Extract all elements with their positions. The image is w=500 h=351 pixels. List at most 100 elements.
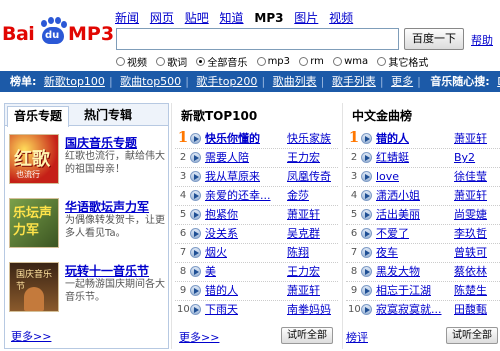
artist-link[interactable]: 陈翔 (287, 245, 309, 260)
artist-link[interactable]: 南拳妈妈 (287, 302, 331, 317)
artist-link[interactable]: 王力宏 (287, 150, 320, 165)
feature-title[interactable]: 华语歌坛声力军 (65, 198, 149, 215)
artist-link[interactable]: 陈楚生 (454, 283, 487, 298)
artist-link[interactable]: 快乐家族 (287, 131, 331, 146)
song-title-link[interactable]: 活出美丽 (376, 207, 420, 222)
song-title-link[interactable]: 没关系 (205, 226, 238, 241)
play-icon[interactable] (190, 152, 201, 163)
song-title-link[interactable]: 我从草原来 (205, 169, 260, 184)
play-icon[interactable] (190, 228, 201, 239)
search-button[interactable]: 百度一下 (404, 28, 464, 50)
play-icon[interactable] (190, 209, 201, 220)
artist-link[interactable]: 萧亚轩 (454, 188, 487, 203)
play-icon[interactable] (190, 285, 201, 296)
play-icon[interactable] (361, 285, 372, 296)
rank-songs-top500[interactable]: 歌曲top500 (120, 75, 181, 88)
artist-link[interactable]: 萧亚轩 (287, 207, 320, 222)
filter-all-music[interactable]: 全部音乐 (196, 54, 247, 69)
feature-title[interactable]: 玩转十一音乐节 (65, 262, 149, 279)
nav-news[interactable]: 新闻 (115, 11, 139, 25)
song-title-link[interactable]: 相忘于江湖 (376, 283, 431, 298)
artist-link[interactable]: 蔡依林 (454, 264, 487, 279)
song-title-link[interactable]: 亲爱的还幸... (205, 188, 271, 203)
song-title-link[interactable]: 红蜻蜓 (376, 150, 409, 165)
filter-wma[interactable]: wma (333, 56, 368, 67)
nav-web[interactable]: 网页 (150, 11, 174, 25)
artist-link[interactable]: 尚雯婕 (454, 207, 487, 222)
song-title-link[interactable]: 寂寞寂寞就... (376, 302, 442, 317)
filter-video[interactable]: 视频 (116, 54, 147, 69)
ranking-bar-title: 榜单: (10, 75, 37, 88)
artist-link[interactable]: 李玖哲 (454, 226, 487, 241)
artist-link[interactable]: 曾轶可 (454, 245, 487, 260)
rank-singers-top200[interactable]: 歌手top200 (196, 75, 257, 88)
play-icon[interactable] (190, 247, 201, 258)
song-title-link[interactable]: 抱紧你 (205, 207, 238, 222)
feature-thumbnail[interactable]: 国庆音乐节 (9, 262, 59, 312)
nav-zhidao[interactable]: 知道 (220, 11, 244, 25)
artist-link[interactable]: 王力宏 (287, 264, 320, 279)
song-title-link[interactable]: 快乐你懂的 (205, 131, 260, 146)
rank-more[interactable]: 更多 (391, 75, 413, 88)
feature-thumbnail[interactable]: 乐坛声力军 (9, 198, 59, 248)
listen-all-button[interactable]: 试听全部 (446, 327, 498, 344)
song-row: 5 活出美丽 尚雯婕 (346, 207, 500, 222)
nav-video[interactable]: 视频 (329, 11, 353, 25)
artist-link[interactable]: 徐佳莹 (454, 169, 487, 184)
row-divider (175, 300, 338, 301)
play-icon[interactable] (361, 304, 372, 315)
play-icon[interactable] (361, 247, 372, 258)
tab-music-topics[interactable]: 音乐专题 (7, 106, 70, 127)
tab-hot-albums[interactable]: 热门专辑 (78, 106, 138, 126)
song-title-link[interactable]: 烟火 (205, 245, 227, 260)
artist-link[interactable]: 凤凰传奇 (287, 169, 331, 184)
help-link[interactable]: 帮助 (471, 32, 493, 48)
play-icon[interactable] (190, 304, 201, 315)
rank-singer-list[interactable]: 歌手列表 (332, 75, 376, 88)
filter-lyrics[interactable]: 歌词 (156, 54, 187, 69)
song-title-link[interactable]: 美 (205, 264, 216, 279)
filter-other-formats[interactable]: 其它格式 (377, 54, 428, 69)
play-icon[interactable] (190, 190, 201, 201)
play-icon[interactable] (361, 190, 372, 201)
filter-mp3[interactable]: mp3 (256, 56, 290, 67)
song-title-link[interactable]: 错的人 (205, 283, 238, 298)
artist-link[interactable]: 田馥甄 (454, 302, 487, 317)
song-title-link[interactable]: 黑发大物 (376, 264, 420, 279)
filter-rm[interactable]: rm (299, 56, 324, 67)
song-title-link[interactable]: love (376, 169, 399, 184)
new-songs-more-link[interactable]: 更多>> (179, 329, 219, 345)
listen-all-button[interactable]: 试听全部 (281, 327, 333, 344)
artist-link[interactable]: 萧亚轩 (287, 283, 320, 298)
features-more-link[interactable]: 更多>> (11, 328, 51, 344)
artist-link[interactable]: 金莎 (287, 188, 309, 203)
play-icon[interactable] (361, 152, 372, 163)
play-icon[interactable] (190, 171, 201, 182)
play-icon[interactable] (361, 133, 372, 144)
baidu-mp3-logo[interactable]: Bai du MP3 (2, 14, 114, 48)
play-icon[interactable] (361, 266, 372, 277)
play-icon[interactable] (190, 266, 201, 277)
song-title-link[interactable]: 潇洒小姐 (376, 188, 420, 203)
play-icon[interactable] (361, 228, 372, 239)
chart-review-link[interactable]: 榜评 (346, 329, 368, 345)
song-title-link[interactable]: 错的人 (376, 131, 409, 146)
rank-new-songs-top100[interactable]: 新歌top100 (44, 75, 105, 88)
artist-link[interactable]: By2 (454, 150, 475, 165)
artist-link[interactable]: 萧亚轩 (454, 131, 487, 146)
nav-tieba[interactable]: 贴吧 (185, 11, 209, 25)
nav-images[interactable]: 图片 (294, 11, 318, 25)
play-icon[interactable] (361, 171, 372, 182)
play-icon[interactable] (361, 209, 372, 220)
artist-link[interactable]: 吴克群 (287, 226, 320, 241)
rank-number: 5 (179, 209, 187, 220)
song-title-link[interactable]: 下雨天 (205, 302, 238, 317)
search-input[interactable] (116, 28, 399, 50)
feature-title[interactable]: 国庆音乐专题 (65, 134, 137, 151)
rank-song-list[interactable]: 歌曲列表 (273, 75, 317, 88)
feature-thumbnail[interactable]: 红歌 也流行 (9, 134, 59, 184)
song-title-link[interactable]: 不爱了 (376, 226, 409, 241)
song-title-link[interactable]: 夜车 (376, 245, 398, 260)
play-icon[interactable] (190, 133, 201, 144)
song-title-link[interactable]: 需要人陪 (205, 150, 249, 165)
